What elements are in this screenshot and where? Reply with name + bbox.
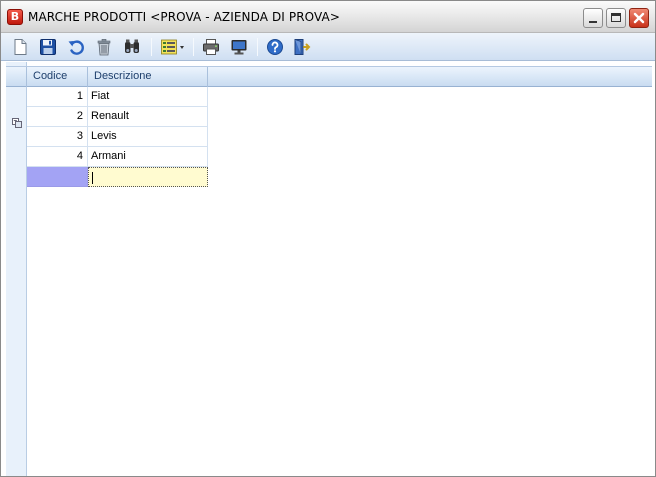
printer-icon (203, 39, 219, 55)
view-options-dropdown[interactable] (159, 37, 187, 57)
cell-codice[interactable]: 4 (27, 147, 88, 167)
table-row[interactable]: 3 Levis (27, 127, 208, 147)
minimize-button[interactable] (583, 8, 603, 28)
table-row[interactable]: 1 Fiat (27, 87, 208, 107)
trash-can-icon (97, 38, 111, 56)
text-cursor (92, 172, 93, 184)
close-icon (633, 12, 645, 24)
help-icon (267, 39, 283, 55)
delete-button[interactable] (94, 37, 114, 57)
row-indicator-icon (12, 118, 22, 128)
data-grid: Codice Descrizione 1 Fiat 2 Renault 3 Le… (1, 62, 655, 476)
column-header-descrizione[interactable]: Descrizione (88, 67, 208, 87)
new-document-icon (14, 39, 27, 55)
binoculars-icon (125, 39, 139, 53)
floppy-disk-icon (40, 39, 56, 55)
cell-codice[interactable]: 1 (27, 87, 88, 107)
cell-descrizione[interactable]: Renault (88, 107, 208, 127)
grid-corner-cell[interactable] (6, 67, 27, 87)
search-button[interactable] (122, 37, 142, 57)
list-view-dropdown-icon (161, 39, 184, 55)
cell-descrizione[interactable]: Armani (88, 147, 208, 167)
toolbar-separator (193, 38, 194, 56)
preview-button[interactable] (229, 37, 249, 57)
toolbar (1, 33, 655, 61)
column-header-codice[interactable]: Codice (27, 67, 88, 87)
save-button[interactable] (38, 37, 58, 57)
app-logo-icon[interactable]: B (7, 9, 23, 25)
toolbar-separator (257, 38, 258, 56)
table-row[interactable]: 4 Armani (27, 147, 208, 167)
help-button[interactable] (265, 37, 285, 57)
title-bar[interactable]: B MARCHE PRODOTTI <PROVA - AZIENDA DI PR… (1, 1, 655, 33)
close-button[interactable] (629, 8, 649, 28)
cell-codice[interactable]: 3 (27, 127, 88, 147)
new-row-descrizione-editor[interactable] (88, 167, 208, 187)
cell-codice[interactable]: 2 (27, 107, 88, 127)
monitor-icon (231, 40, 247, 55)
undo-button[interactable] (66, 37, 86, 57)
toolbar-separator (151, 38, 152, 56)
exit-door-icon (294, 39, 311, 55)
window-title: MARCHE PRODOTTI <PROVA - AZIENDA DI PROV… (28, 10, 340, 24)
new-row-codice-cell[interactable] (27, 167, 88, 187)
grid-header: Codice Descrizione (6, 66, 652, 87)
maximize-icon (611, 13, 621, 22)
new-row[interactable] (27, 167, 208, 187)
minimize-icon (589, 21, 597, 23)
application-window: B MARCHE PRODOTTI <PROVA - AZIENDA DI PR… (0, 0, 656, 477)
maximize-button[interactable] (606, 8, 626, 28)
table-row[interactable]: 2 Renault (27, 107, 208, 127)
print-button[interactable] (201, 37, 221, 57)
cell-descrizione[interactable]: Fiat (88, 87, 208, 107)
new-button[interactable] (10, 37, 30, 57)
cell-descrizione[interactable]: Levis (88, 127, 208, 147)
exit-button[interactable] (292, 37, 312, 57)
undo-arrow-icon (68, 40, 84, 55)
